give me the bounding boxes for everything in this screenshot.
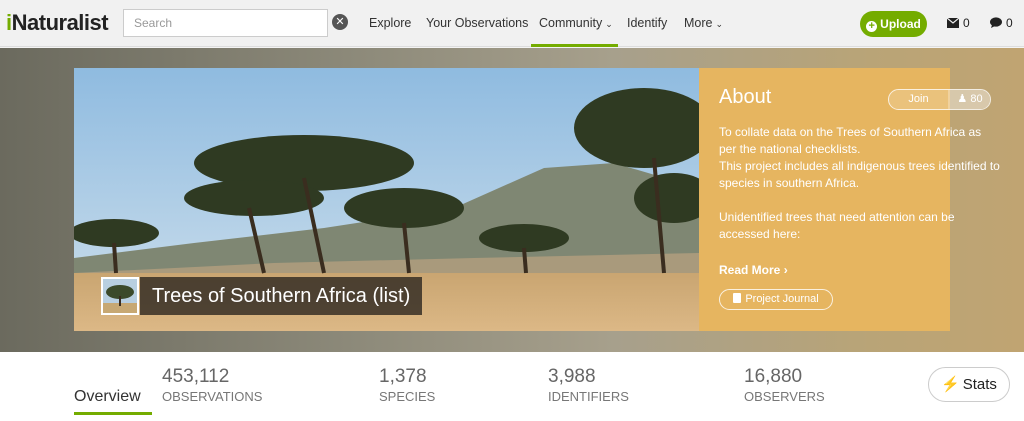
top-navigation-bar: iNaturalist ✕ Explore Your Observations …	[0, 0, 1024, 47]
about-description: To collate data on the Trees of Southern…	[719, 125, 982, 156]
about-heading: About	[719, 86, 772, 108]
chevron-down-icon: ⌄	[715, 19, 724, 29]
stat-value: 3,988	[548, 366, 596, 387]
stat-label: OBSERVATIONS	[162, 389, 263, 404]
upload-label: Upload	[880, 17, 921, 31]
stat-value: 16,880	[744, 366, 803, 387]
about-description-2: This project includes all indigenous tre…	[719, 159, 1000, 190]
stat-label: OBSERVERS	[744, 389, 825, 404]
search-input[interactable]	[124, 10, 327, 36]
stat-value: 1,378	[379, 366, 427, 387]
stat-observers[interactable]: 16,880 OBSERVERS	[744, 366, 825, 404]
nav-explore-label: Explore	[369, 16, 412, 30]
project-journal-label: Project Journal	[745, 293, 819, 305]
join-button[interactable]: Join	[889, 90, 948, 109]
book-icon	[733, 293, 742, 303]
read-more-label: Read More	[719, 263, 781, 277]
plus-circle-icon: +	[866, 21, 878, 32]
nav-explore[interactable]: Explore	[369, 0, 411, 47]
notifications-counter[interactable]: 0	[990, 16, 1013, 30]
stat-label: IDENTIFIERS	[548, 389, 629, 404]
read-more-link[interactable]: Read More ›	[719, 263, 788, 277]
notifications-count: 0	[1006, 16, 1013, 30]
envelope-icon	[946, 17, 960, 28]
tree-thumbnail-image	[103, 279, 137, 313]
stat-label: SPECIES	[379, 389, 436, 404]
chevron-right-icon: ›	[783, 263, 788, 277]
project-icon[interactable]	[101, 277, 139, 315]
clear-search-icon[interactable]: ✕	[332, 14, 348, 30]
nav-more-label: More	[684, 16, 713, 30]
user-icon: ♟	[957, 93, 968, 105]
nav-identify-label: Identify	[627, 16, 668, 30]
about-panel: About Join ♟ 80 To collate data on the T…	[699, 68, 1000, 331]
upload-button[interactable]: + Upload	[860, 11, 927, 37]
nav-your-observations[interactable]: Your Observations	[426, 0, 528, 47]
nav-community[interactable]: Community ⌄	[531, 0, 618, 47]
stat-value: 453,112	[162, 366, 230, 387]
messages-counter[interactable]: 0	[946, 16, 970, 30]
inaturalist-logo[interactable]: iNaturalist	[6, 10, 109, 36]
messages-count: 0	[963, 16, 970, 30]
lightning-bolt-icon: ⚡	[941, 376, 960, 393]
logo-text: Naturalist	[11, 10, 109, 35]
nav-your-observations-label: Your Observations	[426, 16, 529, 30]
stats-button-label: Stats	[962, 376, 997, 393]
stat-identifiers[interactable]: 3,988 IDENTIFIERS	[548, 366, 629, 404]
about-description-3: Unidentified trees that need attention c…	[719, 210, 955, 241]
nav-more[interactable]: More ⌄	[684, 0, 723, 47]
stat-observations[interactable]: 453,112 OBSERVATIONS	[162, 366, 262, 404]
members-count-button[interactable]: ♟ 80	[948, 90, 990, 109]
project-stats-bar: Overview 453,112 OBSERVATIONS 1,378 SPEC…	[0, 352, 1024, 421]
join-members-pill: Join ♟ 80	[888, 89, 991, 110]
tab-overview[interactable]: Overview	[74, 388, 152, 415]
nav-community-label: Community	[539, 16, 603, 30]
project-cover: Trees of Southern Africa (list) About Jo…	[0, 48, 1024, 352]
search-box	[123, 9, 328, 37]
project-cover-frame: Trees of Southern Africa (list) About Jo…	[74, 68, 1000, 331]
members-count: 80	[970, 93, 983, 105]
chevron-down-icon: ⌄	[605, 19, 613, 29]
project-journal-button[interactable]: Project Journal	[719, 289, 833, 310]
comment-icon	[990, 17, 1002, 28]
nav-identify[interactable]: Identify	[627, 0, 667, 47]
stats-button[interactable]: ⚡ Stats	[928, 367, 1010, 402]
project-title: Trees of Southern Africa (list)	[140, 277, 423, 315]
stat-species[interactable]: 1,378 SPECIES	[379, 366, 435, 404]
